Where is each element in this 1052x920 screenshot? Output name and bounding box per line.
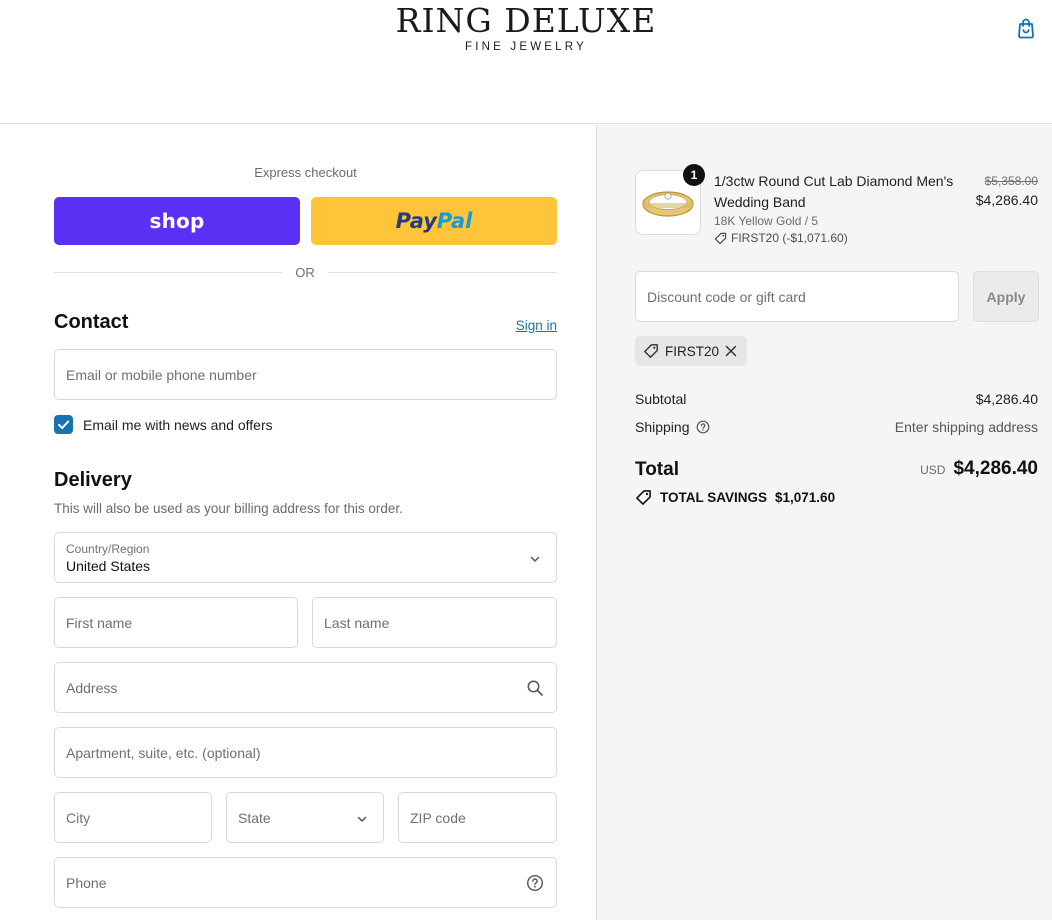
apply-button[interactable]: Apply (973, 271, 1039, 322)
apartment-field[interactable]: Apartment, suite, etc. (optional) (54, 727, 557, 778)
divider (54, 272, 282, 273)
product-name: 1/3ctw Round Cut Lab Diamond Men's Weddi… (714, 173, 954, 210)
product-thumbnail: 1 (635, 164, 705, 235)
first-name-field[interactable]: First name (54, 597, 298, 648)
paypal-button[interactable]: Pay Pal (311, 197, 557, 245)
contact-heading: Contact (54, 311, 129, 333)
city-field[interactable]: City (54, 792, 212, 843)
zip-field[interactable]: ZIP code (398, 792, 557, 843)
email-placeholder: Email or mobile phone number (66, 367, 257, 383)
state-select[interactable]: State (226, 792, 384, 843)
order-summary: 1 1/3ctw Round Cut Lab Diamond Men's Wed… (596, 125, 1052, 920)
last-name-placeholder: Last name (324, 615, 390, 631)
shop-pay-logo: shop (149, 209, 205, 233)
zip-placeholder: ZIP code (410, 810, 466, 826)
country-label: Country/Region (66, 542, 150, 556)
country-value: United States (66, 558, 151, 574)
divider (328, 272, 557, 273)
state-placeholder: State (238, 810, 271, 826)
product-discount-text: FIRST20 (-$1,071.60) (731, 231, 848, 245)
delivery-heading: Delivery (54, 469, 132, 491)
express-checkout-label: Express checkout (254, 165, 357, 180)
chevron-down-icon (357, 816, 367, 822)
apartment-placeholder: Apartment, suite, etc. (optional) (66, 745, 261, 761)
first-name-placeholder: First name (66, 615, 133, 631)
search-icon (527, 680, 543, 696)
last-name-field[interactable]: Last name (312, 597, 557, 648)
tag-icon (644, 344, 658, 358)
currency-code: USD (920, 463, 946, 477)
subtotal-label: Subtotal (635, 391, 687, 407)
quantity-badge: 1 (683, 164, 705, 186)
site-header: RING DELUXE FINE JEWELRY (0, 0, 1052, 124)
total-label: Total (635, 459, 679, 480)
sign-in-link[interactable]: Sign in (490, 318, 557, 333)
chevron-down-icon (530, 556, 540, 562)
discount-code-field[interactable]: Discount code or gift card (635, 271, 959, 322)
address-placeholder: Address (66, 680, 118, 696)
phone-field[interactable]: Phone (54, 857, 557, 908)
brand-name: RING DELUXE (395, 1, 657, 40)
discount-placeholder: Discount code or gift card (647, 289, 806, 305)
checkmark-icon (58, 420, 70, 429)
or-divider-label: OR (295, 265, 315, 280)
product-price: $4,286.40 (975, 192, 1038, 208)
address-field[interactable]: Address (54, 662, 557, 713)
shipping-row: Shipping (635, 419, 710, 435)
paypal-logo-part1: Pay (395, 209, 437, 233)
total-savings: TOTAL SAVINGS $1,071.60 (635, 489, 835, 506)
tag-icon (636, 490, 651, 505)
delivery-subtitle: This will also be used as your billing a… (54, 501, 403, 516)
newsletter-label: Email me with news and offers (83, 417, 273, 433)
savings-value: $1,071.60 (775, 490, 836, 505)
city-placeholder: City (66, 810, 91, 826)
remove-discount-icon[interactable] (725, 345, 737, 357)
shopping-bag-icon[interactable] (1014, 16, 1038, 40)
phone-placeholder: Phone (66, 875, 107, 891)
help-icon[interactable] (696, 420, 710, 434)
original-price: $5,358.00 (984, 174, 1038, 188)
paypal-logo-part2: Pal (436, 209, 473, 233)
discount-chip-label: FIRST20 (665, 343, 720, 359)
total-value: $4,286.40 (953, 458, 1038, 479)
shipping-label: Shipping (635, 419, 690, 435)
country-select[interactable]: Country/Region United States (54, 532, 557, 583)
tag-icon (714, 232, 727, 244)
product-discount: FIRST20 (-$1,071.60) (714, 231, 848, 245)
shipping-value: Enter shipping address (894, 419, 1038, 435)
subtotal-value: $4,286.40 (975, 391, 1038, 407)
discount-chip: FIRST20 (635, 336, 748, 366)
newsletter-checkbox[interactable] (54, 415, 73, 434)
shop-pay-button[interactable]: shop (54, 197, 300, 245)
checkout-form: Express checkout shop Pay Pal OR Contact … (0, 125, 596, 920)
total-row: USD $4,286.40 (920, 458, 1038, 480)
product-variant: 18K Yellow Gold / 5 (714, 214, 819, 228)
help-icon[interactable] (526, 874, 544, 892)
brand-logo[interactable]: RING DELUXE FINE JEWELRY (0, 1, 1052, 54)
brand-tagline: FINE JEWELRY (465, 41, 587, 53)
savings-label: TOTAL SAVINGS (660, 490, 768, 505)
email-field[interactable]: Email or mobile phone number (54, 349, 557, 400)
